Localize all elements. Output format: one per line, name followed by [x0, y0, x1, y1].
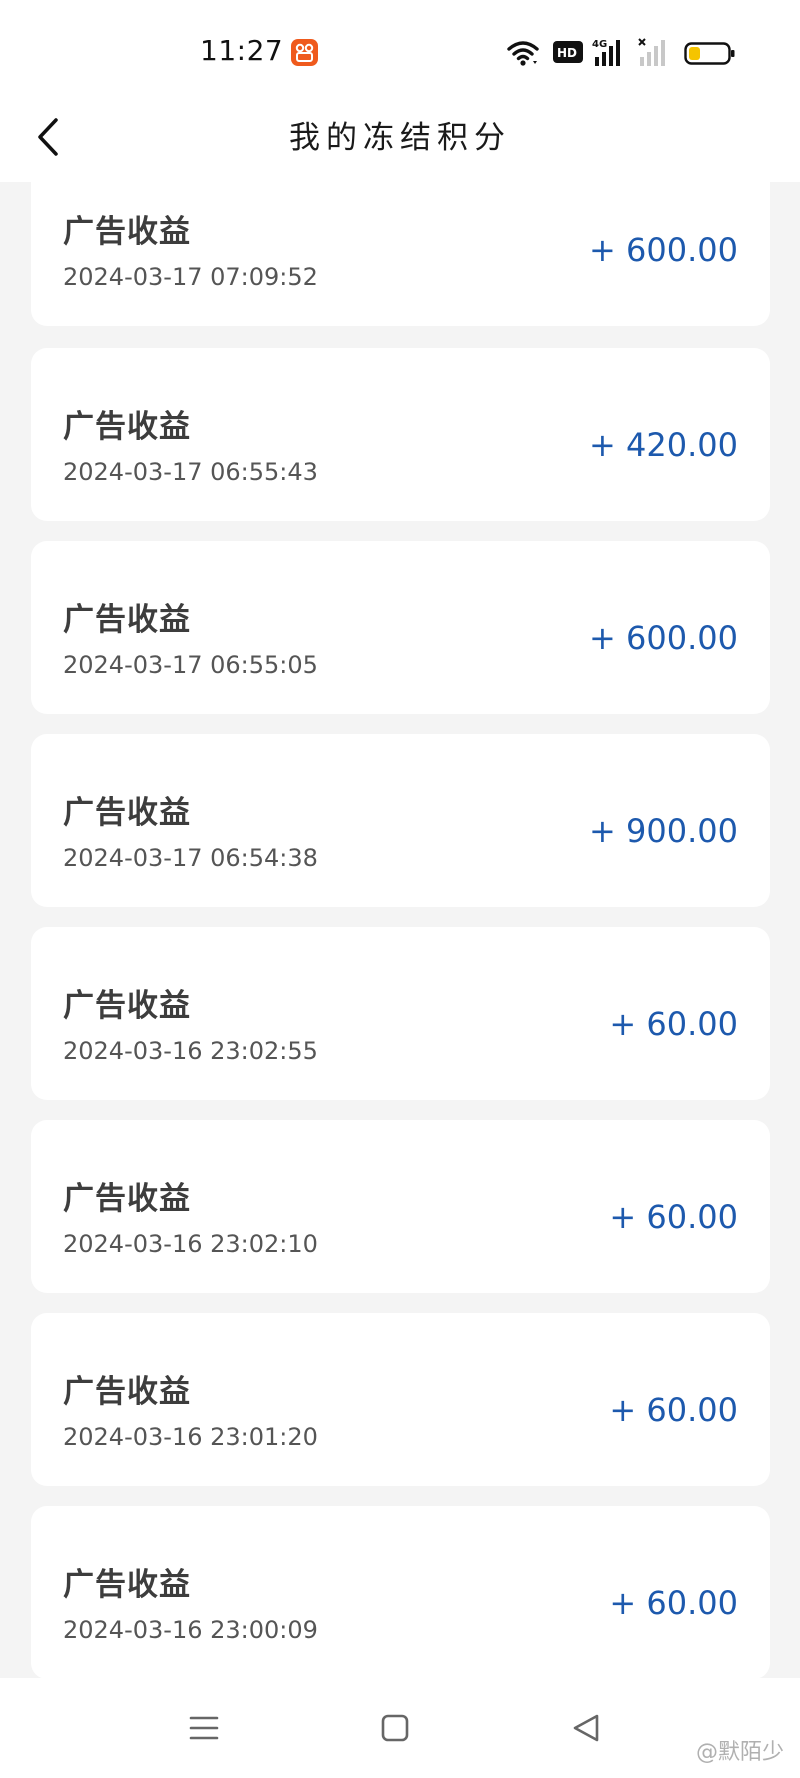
record-amount: + 600.00 — [589, 619, 738, 657]
record-title: 广告收益 — [63, 1374, 191, 1410]
record-time: 2024-03-17 07:09:52 — [63, 263, 318, 291]
home-square-icon — [381, 1714, 409, 1742]
network-label: 4G — [592, 39, 607, 50]
list-item[interactable]: 广告收益 2024-03-16 23:02:55 + 60.00 — [31, 927, 770, 1100]
record-time: 2024-03-17 06:55:05 — [63, 651, 318, 679]
signal-no-service-icon — [637, 37, 671, 73]
record-list[interactable]: 广告收益 2024-03-17 07:09:52 + 600.00 广告收益 2… — [0, 182, 800, 1678]
hd-label: HD — [557, 46, 577, 60]
record-amount: + 60.00 — [609, 1584, 738, 1622]
record-amount: + 60.00 — [609, 1391, 738, 1429]
list-item[interactable]: 广告收益 2024-03-16 23:00:09 + 60.00 — [31, 1506, 770, 1678]
record-amount: + 60.00 — [609, 1005, 738, 1043]
record-title: 广告收益 — [63, 602, 191, 638]
list-item[interactable]: 广告收益 2024-03-16 23:02:10 + 60.00 — [31, 1120, 770, 1293]
record-amount: + 600.00 — [589, 231, 738, 269]
list-item[interactable]: 广告收益 2024-03-17 07:09:52 + 600.00 — [31, 182, 770, 326]
wifi-icon — [506, 37, 540, 73]
record-amount: + 60.00 — [609, 1198, 738, 1236]
menu-button[interactable] — [178, 1702, 230, 1754]
record-time: 2024-03-16 23:02:55 — [63, 1037, 318, 1065]
menu-icon — [189, 1716, 219, 1740]
record-time: 2024-03-16 23:00:09 — [63, 1616, 318, 1644]
hd-voice-icon: HD — [553, 41, 583, 69]
back-nav-button[interactable] — [560, 1702, 612, 1754]
system-nav-bar: @默陌少 — [0, 1678, 800, 1778]
record-title: 广告收益 — [63, 214, 191, 250]
orange-app-icon — [291, 39, 318, 66]
status-time: 11:27 — [200, 34, 284, 67]
record-amount: + 900.00 — [589, 812, 738, 850]
status-bar: 11:27 HD 4G — [0, 0, 800, 92]
list-item[interactable]: 广告收益 2024-03-17 06:55:43 + 420.00 — [31, 348, 770, 521]
record-title: 广告收益 — [63, 1567, 191, 1603]
watermark: @默陌少 — [695, 1740, 784, 1765]
list-item[interactable]: 广告收益 2024-03-16 23:01:20 + 60.00 — [31, 1313, 770, 1486]
record-time: 2024-03-16 23:01:20 — [63, 1423, 318, 1451]
battery-low-icon — [684, 42, 736, 70]
record-amount: + 420.00 — [589, 426, 738, 464]
home-button[interactable] — [369, 1702, 421, 1754]
list-item[interactable]: 广告收益 2024-03-17 06:54:38 + 900.00 — [31, 734, 770, 907]
signal-4g-icon: 4G — [592, 37, 626, 73]
back-triangle-icon — [573, 1714, 599, 1742]
title-bar: 我的冻结积分 — [0, 92, 800, 182]
record-time: 2024-03-16 23:02:10 — [63, 1230, 318, 1258]
record-time: 2024-03-17 06:54:38 — [63, 844, 318, 872]
record-title: 广告收益 — [63, 409, 191, 445]
record-title: 广告收益 — [63, 988, 191, 1024]
record-title: 广告收益 — [63, 795, 191, 831]
record-time: 2024-03-17 06:55:43 — [63, 458, 318, 486]
record-title: 广告收益 — [63, 1181, 191, 1217]
list-item[interactable]: 广告收益 2024-03-17 06:55:05 + 600.00 — [31, 541, 770, 714]
page-title: 我的冻结积分 — [289, 120, 511, 156]
